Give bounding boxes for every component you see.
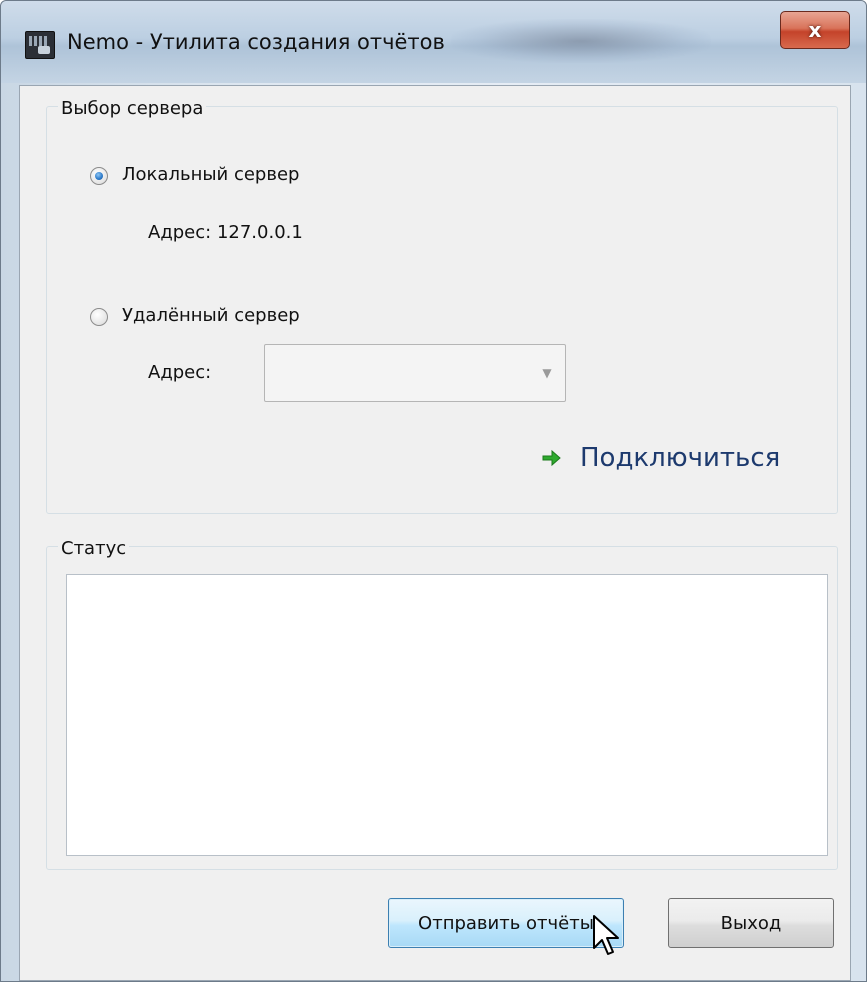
radio-unselected-icon[interactable] xyxy=(90,308,108,326)
send-reports-button[interactable]: Отправить отчёты xyxy=(388,898,624,948)
remote-server-radio-label[interactable]: Удалённый сервер xyxy=(122,305,300,326)
title-bar[interactable]: Nemo - Утилита создания отчётов x xyxy=(1,1,866,83)
dropdown-arrow-icon[interactable]: ▼ xyxy=(529,345,565,401)
remote-address-combobox[interactable]: ▼ xyxy=(264,344,566,402)
mouse-cursor-icon xyxy=(593,915,619,955)
radio-selected-icon[interactable] xyxy=(90,167,108,185)
app-window: Nemo - Утилита создания отчётов x Выбор … xyxy=(0,0,867,982)
server-group-legend: Выбор сервера xyxy=(58,98,207,119)
close-icon: x xyxy=(808,18,822,42)
status-group-legend: Статус xyxy=(58,538,130,559)
close-button[interactable]: x xyxy=(780,11,850,49)
arrow-right-icon xyxy=(542,449,561,467)
status-text-area[interactable] xyxy=(66,574,828,856)
local-server-address: Адрес: 127.0.0.1 xyxy=(148,222,303,243)
connect-link[interactable]: Подключиться xyxy=(540,438,780,478)
title-bar-blur xyxy=(451,19,711,63)
remote-address-label: Адрес: xyxy=(148,362,212,383)
local-server-radio-label[interactable]: Локальный сервер xyxy=(122,164,299,185)
exit-button[interactable]: Выход xyxy=(668,898,834,948)
window-title: Nemo - Утилита создания отчётов xyxy=(67,30,445,54)
connect-label[interactable]: Подключиться xyxy=(580,443,780,473)
dialog-body: Выбор сервера Локальный сервер Адрес: 12… xyxy=(19,85,851,981)
app-icon xyxy=(25,31,55,59)
